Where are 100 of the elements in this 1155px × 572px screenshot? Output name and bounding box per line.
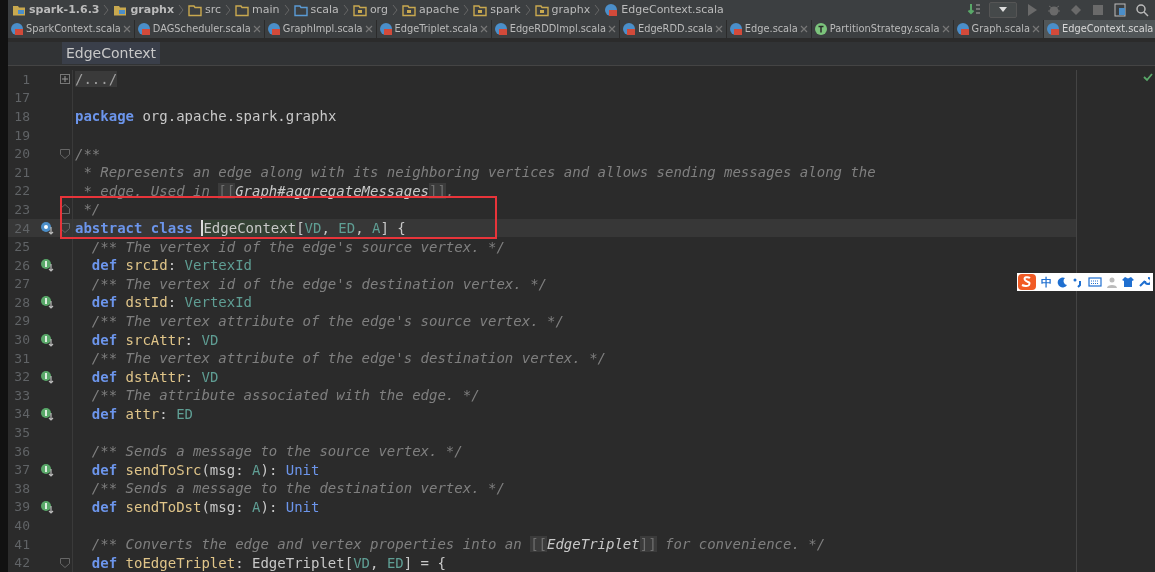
close-icon[interactable] — [941, 24, 950, 33]
close-icon[interactable] — [252, 24, 261, 33]
line-number: 28 — [13, 294, 30, 310]
close-icon[interactable] — [1032, 24, 1040, 33]
breadcrumb-label: apache — [418, 3, 460, 17]
shirt-icon — [1122, 276, 1134, 288]
line-number: 18 — [13, 108, 30, 124]
close-icon[interactable] — [364, 24, 373, 33]
folder-icon — [188, 2, 202, 17]
breadcrumb-item[interactable]: EdgeContext.scala — [602, 2, 726, 17]
scala-class-icon — [493, 21, 508, 36]
chevron-icon — [103, 3, 110, 16]
punctuation-icon — [1072, 276, 1084, 288]
code-line: def dstAttr: VD — [90, 368, 219, 385]
package-folder-icon — [534, 2, 549, 17]
close-icon[interactable] — [799, 24, 808, 33]
tab-label: EdgeTriplet.scala — [394, 23, 478, 35]
tab-label: GraphImpl.scala — [282, 23, 363, 35]
chevron-icon — [391, 3, 398, 16]
package-folder-icon — [473, 2, 488, 17]
folder-icon — [235, 2, 250, 17]
check-icon — [1143, 71, 1153, 82]
close-icon[interactable] — [607, 24, 616, 33]
user-icon — [1106, 276, 1118, 288]
line-number: 1 — [21, 71, 30, 87]
line-number: 37 — [13, 462, 30, 478]
breadcrumb-label: src — [205, 3, 222, 17]
code-line: /** The vertex attribute of the edge's destination vertex. */ — [90, 350, 606, 367]
breadcrumb-item[interactable]: main — [233, 2, 282, 17]
line-number: 33 — [13, 387, 30, 403]
implements-marker-icon — [40, 406, 54, 421]
line-number: 40 — [13, 518, 30, 533]
trait-icon — [813, 21, 828, 36]
chevron-icon — [342, 3, 349, 16]
scala-class-icon — [136, 21, 151, 36]
implements-marker-icon — [40, 258, 54, 273]
tab-label: EdgeRDDImpl.scala — [509, 23, 606, 35]
breadcrumb-item[interactable]: spark-1.6.3 — [10, 2, 102, 17]
ime-toolbar[interactable]: 中 — [1017, 273, 1153, 291]
scala-class-icon — [378, 21, 393, 36]
chevron-icon — [524, 3, 531, 16]
fold-end-icon — [60, 204, 70, 215]
tab-label: EdgeRDD.scala — [637, 23, 713, 35]
close-icon[interactable] — [479, 24, 488, 33]
scala-class-icon — [955, 21, 970, 36]
code-line: def toEdgeTriplet: EdgeTriplet[VD, ED] = { — [90, 554, 446, 571]
line-number: 32 — [13, 369, 30, 385]
breadcrumb-item[interactable]: src — [186, 2, 224, 17]
scala-class-icon — [266, 21, 281, 36]
run-config-dropdown[interactable] — [989, 1, 1017, 18]
breadcrumb-label: EdgeContext.scala — [621, 3, 724, 17]
breadcrumb-item[interactable]: apache — [399, 2, 462, 17]
code-line: */ — [82, 201, 101, 218]
input-mode-label: 中 — [1041, 274, 1052, 290]
line-number: 29 — [13, 313, 30, 329]
tab-label: PartitionStrategy.scala — [829, 23, 940, 35]
overridden-marker-icon — [40, 221, 54, 235]
scala-class-icon — [10, 21, 24, 36]
scala-class-icon — [1046, 21, 1060, 36]
source-folder-icon — [293, 2, 308, 17]
code-line: def dstId: VertexId — [90, 294, 253, 311]
package-folder-icon — [352, 2, 367, 17]
chevron-icon — [283, 3, 290, 16]
structure-breadcrumb[interactable]: EdgeContext — [62, 42, 161, 65]
line-number: 25 — [13, 239, 30, 255]
project-structure-icon — [1113, 2, 1127, 17]
breadcrumb-item[interactable]: scala — [291, 2, 341, 17]
breadcrumb-label: spark — [490, 3, 521, 17]
breadcrumb-item[interactable]: graphx — [532, 2, 593, 17]
line-number: 19 — [13, 127, 30, 143]
keyboard-icon — [1088, 276, 1102, 288]
code-line: * Represents an edge along with its neighboring vertices and allows sending messages along the — [82, 164, 876, 181]
line-number: 39 — [13, 499, 30, 515]
close-icon[interactable] — [714, 24, 723, 33]
line-number: 30 — [13, 332, 30, 348]
implements-marker-icon — [40, 295, 54, 310]
breadcrumb-item[interactable]: graphx — [111, 2, 176, 17]
line-number: 26 — [13, 257, 30, 273]
tab-label: DAGScheduler.scala — [152, 23, 251, 35]
fold-icon — [60, 557, 70, 568]
implements-marker-icon — [40, 462, 54, 477]
tab-label: Graph.scala — [971, 23, 1030, 35]
run-icon — [1025, 2, 1039, 17]
close-icon[interactable] — [122, 24, 131, 33]
sogou-logo-icon — [1017, 273, 1037, 291]
fold-icon — [60, 223, 70, 233]
expand-fold-icon — [60, 74, 70, 85]
chevron-icon — [225, 3, 232, 16]
line-number: 17 — [13, 90, 30, 106]
breadcrumb-item[interactable]: spark — [471, 2, 523, 17]
breadcrumb-item[interactable]: org — [350, 2, 390, 17]
code-line: /** The attribute associated with the edge. */ — [90, 387, 480, 404]
fold-icon — [60, 148, 70, 159]
caret-icon — [999, 7, 1007, 13]
breadcrumb-label: main — [252, 3, 280, 17]
line-number: 22 — [13, 183, 30, 199]
implements-marker-icon — [40, 369, 54, 384]
code-line: /** Sends a message to the source vertex. */ — [90, 443, 463, 460]
code-line: abstract class EdgeContext[VD, ED, A] { — [74, 220, 406, 236]
line-number: 38 — [13, 480, 30, 496]
